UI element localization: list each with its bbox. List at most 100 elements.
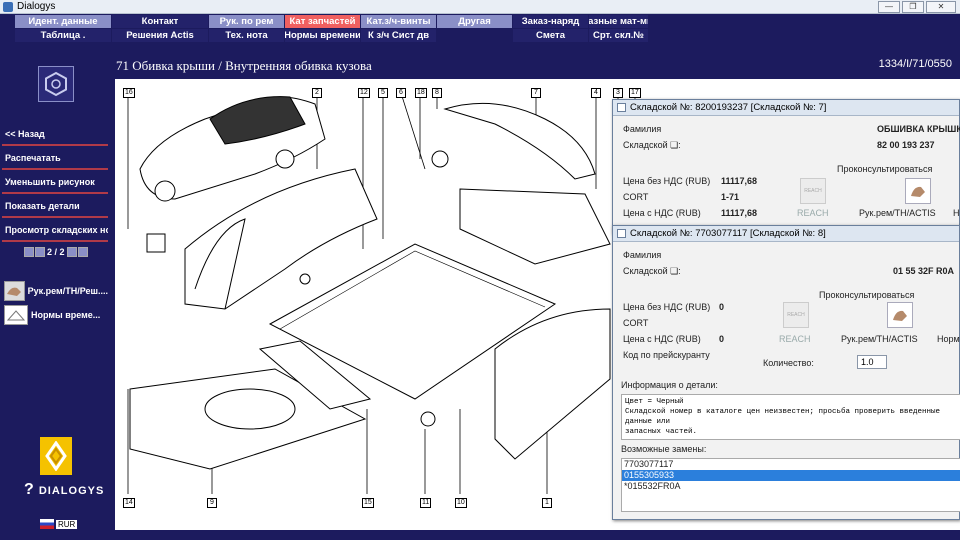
dialog1-price-vat: 11117,68 [721,208,758,218]
menu-misc-materials[interactable]: Разные мат-мы [589,15,649,28]
dialog1-cort-value: 1-71 [721,192,740,202]
menu-contact[interactable]: Контакт [112,15,209,28]
dialog2-price-code-label: Код по прейскуранту [623,350,710,360]
tool-labor-times-label: Нормы време... [31,310,101,320]
part-label-9: 9 [207,495,217,508]
dialog1-stock-value: 82 00 193 237 [877,140,935,150]
menu-repair-manual[interactable]: Рук. по рем [209,15,285,28]
window-title: Dialogys [17,1,56,12]
menu-work-order[interactable]: Заказ-наряд [513,15,589,28]
print-button[interactable]: Распечатать [2,148,108,170]
reach-icon[interactable]: REACH [800,178,826,204]
language-selector[interactable]: RUR [40,519,78,529]
dialog-icon [617,229,626,238]
dialog1-price-vat-label: Цена с НДС (RUB) [623,208,701,218]
replacement-item[interactable]: *015532FR0A [622,481,960,492]
app-icon [3,1,13,12]
replacement-item-selected[interactable]: 0155305933 [622,470,960,481]
last-page-icon[interactable] [77,247,88,257]
dialog2-quantity-label: Количество: [763,358,814,368]
menu-empty [437,29,513,42]
menu-stock-number[interactable]: Срт. скл.№ [589,29,649,42]
repair-manual-icon[interactable] [887,302,913,328]
dialog1-extra-label: Н [953,208,960,218]
dialog2-family-label: Фамилия [623,250,662,260]
next-page-icon[interactable] [66,247,77,257]
dialog2-price-vat: 0 [719,334,725,344]
dialog2-price-vat-label: Цена с НДС (RUB) [623,334,701,344]
prev-page-icon[interactable] [35,247,45,257]
part-label-8: 8 [432,85,442,98]
part-label-18: 18 [415,88,427,98]
part-info-textarea[interactable]: Цвет = Черный Складской номер в каталоге… [621,394,960,440]
shrink-image-button[interactable]: Уменьшить рисунок [2,172,108,194]
part-label-16: 16 [123,88,135,98]
dialog2-extra-label: Норм [937,334,960,344]
menu-estimate[interactable]: Смета [513,29,589,42]
dialog2-stock-label: Складской ❏: [623,266,681,276]
part-label-15: 15 [362,498,374,508]
part-label-5: 5 [378,85,388,98]
dialog-icon [617,103,626,112]
minimize-button[interactable]: — [878,1,900,13]
dialog1-family-label: Фамилия [623,124,662,134]
menu-other[interactable]: Другая [437,15,513,28]
replacements-list[interactable]: 7703077117 0155305933 *015532FR0A [621,458,960,512]
reach-icon[interactable]: REACH [783,302,809,328]
menu-parts-screws[interactable]: Кат.з/ч-винты [361,15,437,28]
dialog1-manual-label: Рук.рем/TH/ACTIS [859,208,936,218]
dialog2-cort-label: CORT [623,318,649,328]
tool-repair-manual-label: Рук.рем/TH/Реш.... [27,286,108,296]
back-button[interactable]: << Назад [2,124,108,146]
show-details-button[interactable]: Показать детали [2,196,108,218]
dialog2-titlebar[interactable]: Складской №: 7703077117 [Складской №: 8] [613,226,959,242]
menu-ident[interactable]: Идент. данные [15,15,112,28]
menu-labor-times[interactable]: Нормы времени [285,29,361,42]
dialog1-price-no-vat-label: Цена без НДС (RUB) [623,176,711,186]
dialog1-family-value: ОБШИВКА КРЫШКИ [877,124,960,134]
hexagon-logo-icon [38,66,74,102]
repair-manual-icon[interactable] [905,178,931,204]
dialog1-price-no-vat: 11117,68 [721,176,758,186]
menu-actis[interactable]: Решения Actis [112,29,209,42]
window-titlebar: Dialogys — ❐ ✕ [0,0,960,14]
dialog2-replacements-label: Возможные замены: [621,444,707,454]
close-button[interactable]: ✕ [926,1,956,13]
dialog2-stock-value: 01 55 32F R0A [893,266,955,276]
page-title: 71 Обивка крыши / Внутренняя обивка кузо… [116,58,372,73]
dialog1-titlebar[interactable]: Складской №: 8200193237 [Складской №: 7] [613,100,959,116]
dialog1-title: Складской №: 8200193237 [Складской №: 7] [630,102,827,113]
part-label-3: 3 [613,85,623,98]
part-label-12: 12 [358,88,370,98]
view-stock-numbers-button[interactable]: Просмотр складских но... [2,220,108,242]
part-label-2: 2 [312,85,322,98]
menu-table[interactable]: Таблица . [15,29,112,42]
book-icon [4,305,28,325]
quantity-input[interactable] [857,355,887,369]
first-page-icon[interactable] [24,247,34,257]
part-label-4: 4 [591,85,601,98]
dialog1-consult-label: Проконсультироваться [837,164,933,174]
currency-label: RUR [56,519,78,529]
part-label-10: 10 [455,498,467,508]
dialogys-brand: ? DIALOGYS [24,481,105,498]
tool-labor-times[interactable]: Нормы време... [4,305,108,325]
dialog2-title: Складской №: 7703077117 [Складской №: 8] [630,228,826,239]
maximize-button[interactable]: ❐ [902,1,924,13]
dialog2-price-no-vat: 0 [719,302,725,312]
sidebar: << Назад Распечатать Уменьшить рисунок П… [0,44,110,540]
menu-engine-parts[interactable]: К з/ч Сист дв [361,29,437,42]
dialog2-manual-label: Рук.рем/TH/ACTIS [841,334,918,344]
part-label-17: 17 [629,88,641,98]
dialog1-stock-label: Складской ❏: [623,140,681,150]
tool-repair-manual[interactable]: Рук.рем/TH/Реш.... [4,281,108,301]
menu-parts-catalog[interactable]: Кат запчастей [285,15,361,28]
part-label-6: 6 [396,85,406,98]
replacement-item[interactable]: 7703077117 [622,459,960,470]
dialog2-consult-label: Проконсультироваться [819,290,915,300]
dialog1-reach-label: REACH [797,208,829,218]
illustration-code: 1334/I/71/0550 [878,58,952,70]
menu-tech-note[interactable]: Тех. нота [209,29,285,42]
page-indicator: 2 / 2 [47,247,65,257]
part-dialog-8: Складской №: 7703077117 [Складской №: 8]… [612,225,960,520]
